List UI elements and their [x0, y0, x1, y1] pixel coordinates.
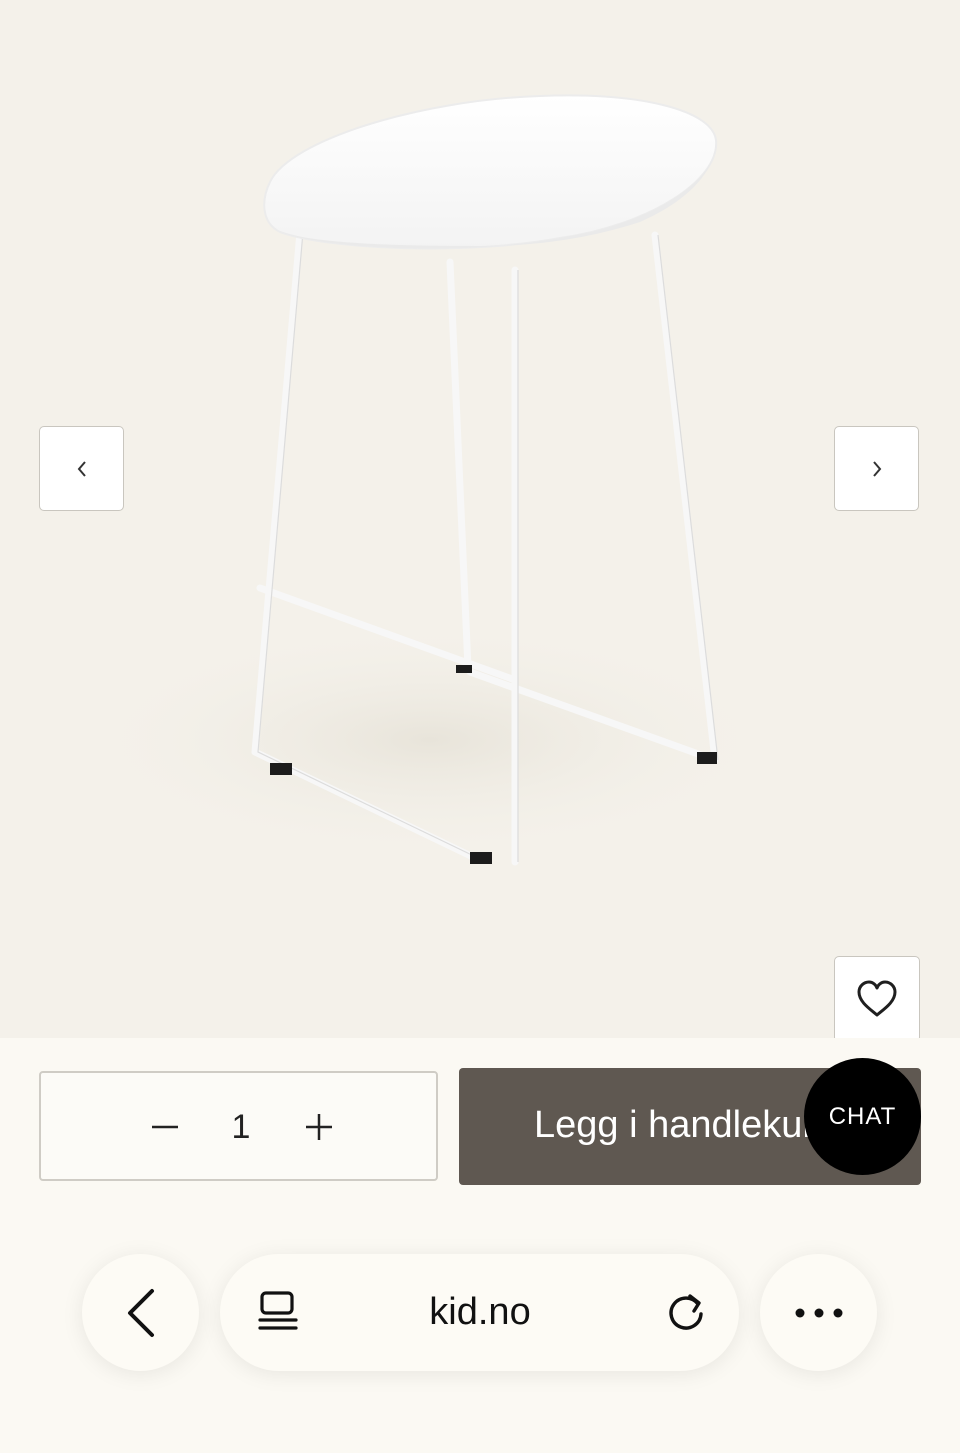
tabs-icon[interactable] [256, 1290, 300, 1334]
chevron-right-icon [872, 460, 881, 477]
product-image [70, 94, 790, 866]
decrement-button[interactable] [145, 1107, 185, 1147]
quantity-value[interactable]: 1 [211, 1103, 271, 1151]
heart-icon [857, 980, 897, 1017]
favorite-button[interactable] [834, 956, 920, 1038]
product-image-gallery [0, 0, 960, 1038]
plus-icon [306, 1114, 332, 1140]
chevron-left-icon [77, 460, 86, 477]
increment-button[interactable] [299, 1107, 339, 1147]
minus-icon [152, 1125, 178, 1129]
back-arrow-icon [127, 1288, 154, 1337]
quantity-stepper: 1 [39, 1071, 438, 1181]
previous-image-button[interactable] [39, 426, 124, 511]
next-image-button[interactable] [834, 426, 919, 511]
reload-icon[interactable] [664, 1290, 708, 1334]
address-bar: kid.no [220, 1254, 739, 1371]
browser-back-button[interactable] [82, 1254, 199, 1371]
chat-button[interactable]: CHAT [804, 1058, 921, 1175]
url-field[interactable]: kid.no [340, 1289, 620, 1335]
add-to-cart-label: Legg i handlekurv [534, 1104, 834, 1146]
more-options-button[interactable] [760, 1254, 877, 1371]
more-options-icon [795, 1308, 842, 1317]
